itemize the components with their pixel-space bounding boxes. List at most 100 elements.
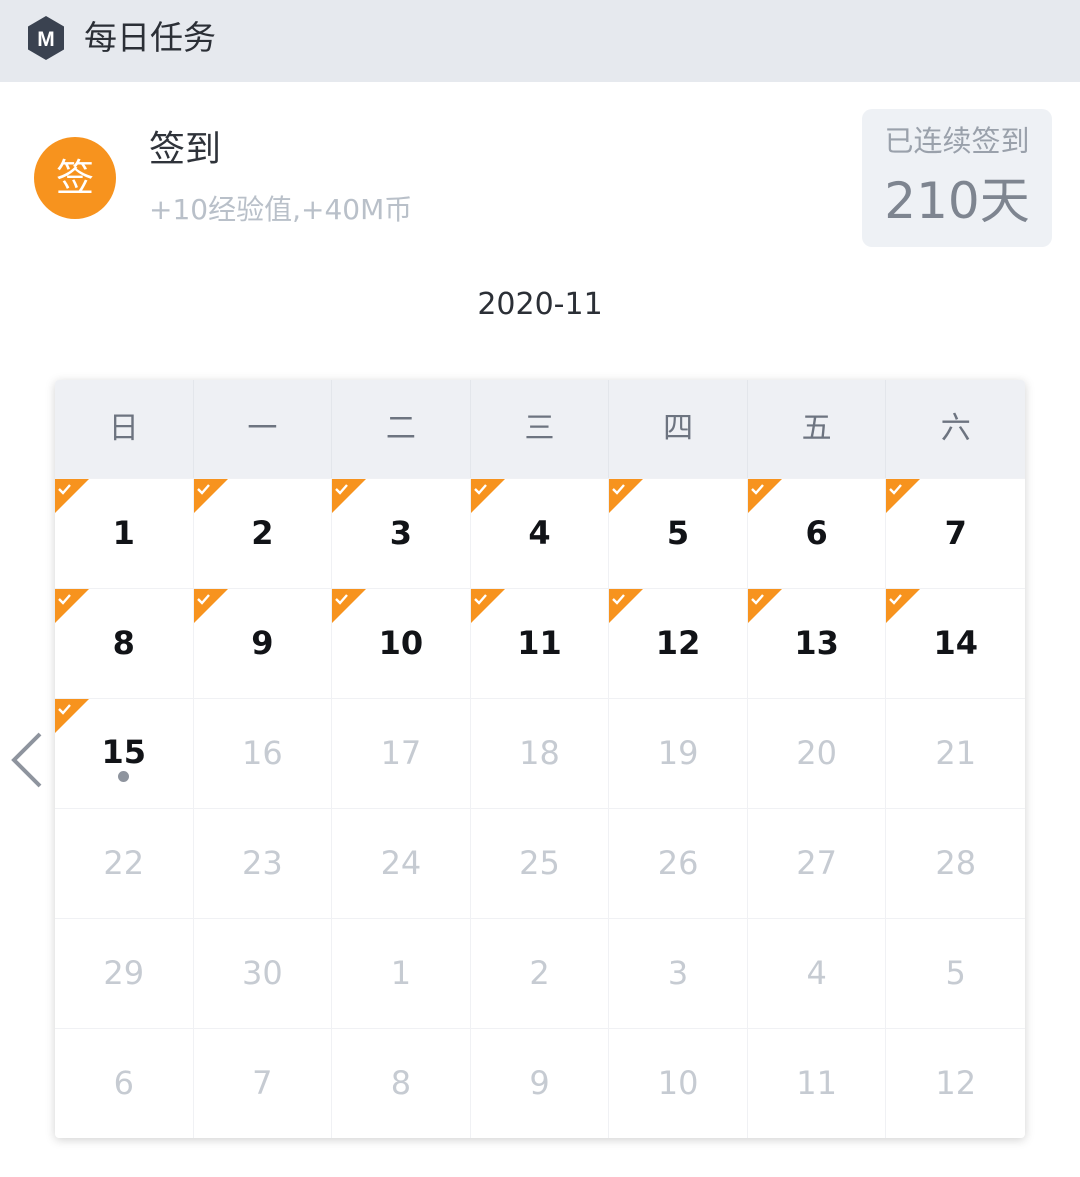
calendar-day[interactable]: 10	[332, 588, 471, 698]
weekday-label: 三	[471, 380, 610, 478]
calendar-day[interactable]: 20	[747, 698, 887, 808]
day-number: 6	[805, 514, 828, 552]
weekday-header: 日一二三四五 六	[55, 380, 1025, 478]
day-number: 8	[112, 624, 135, 662]
day-number: 14	[933, 624, 978, 662]
check-corner-icon	[55, 479, 89, 513]
calendar-day[interactable]: 12	[886, 1028, 1025, 1138]
check-corner-icon	[747, 589, 782, 623]
calendar-month: 2020-11	[477, 287, 603, 322]
calendar-day[interactable]: 28	[886, 808, 1025, 918]
day-number: 10	[657, 1064, 699, 1102]
calendar-day[interactable]: 8	[332, 1028, 471, 1138]
calendar-day[interactable]: 19	[609, 698, 748, 808]
calendar-day[interactable]: 14	[886, 588, 1025, 698]
day-number: 19	[657, 734, 699, 772]
calendar-day[interactable]: 16	[193, 698, 333, 808]
calendar-day[interactable]: 2	[470, 918, 610, 1028]
day-number: 6	[113, 1064, 134, 1102]
streak-value: 210天	[884, 172, 1030, 230]
day-number: 7	[944, 514, 967, 552]
calendar-day[interactable]: 27	[747, 808, 887, 918]
calendar-day[interactable]: 4	[470, 478, 610, 588]
day-number: 4	[806, 954, 827, 992]
day-number: 22	[103, 844, 145, 882]
day-number: 24	[380, 844, 422, 882]
calendar-day[interactable]: 10	[609, 1028, 748, 1138]
calendar-day[interactable]: 8	[55, 588, 194, 698]
calendar-day[interactable]: 5	[886, 918, 1025, 1028]
calendar-day[interactable]: 9	[470, 1028, 610, 1138]
day-number: 25	[519, 844, 560, 882]
calendar-day[interactable]: 7	[886, 478, 1025, 588]
today-dot	[117, 771, 129, 782]
calendar-day[interactable]: 22	[55, 808, 194, 918]
check-corner-icon	[470, 479, 505, 513]
day-number: 12	[655, 624, 701, 662]
calendar-day[interactable]: 2	[193, 478, 333, 588]
calendar-day[interactable]: 29	[55, 918, 194, 1028]
weekday-label: 二	[332, 380, 471, 478]
day-number: 21	[935, 734, 977, 772]
calendar-day[interactable]: 21	[886, 698, 1025, 808]
weekday-label: 四	[609, 380, 748, 478]
day-number: 27	[796, 844, 837, 882]
calendar-day[interactable]: 1	[55, 478, 194, 588]
check-corner-icon	[332, 479, 367, 513]
day-number: 11	[796, 1064, 837, 1102]
day-number: 23	[241, 844, 283, 882]
calendar-day[interactable]: 4	[747, 918, 887, 1028]
calendar-day[interactable]: 6	[55, 1028, 194, 1138]
day-number: 28	[935, 844, 977, 882]
calendar-day[interactable]: 25	[470, 808, 610, 918]
sign-in-reward: +10经验值,+40M币	[149, 193, 413, 226]
chevron-left-icon[interactable]	[6, 728, 48, 792]
check-corner-icon	[886, 479, 921, 513]
calendar-day[interactable]: 9	[193, 588, 333, 698]
day-number: 8	[390, 1064, 412, 1102]
calendar-day[interactable]: 11	[747, 1028, 887, 1138]
day-number: 1	[112, 514, 135, 552]
calendar-day[interactable]: 7	[193, 1028, 333, 1138]
day-number: 5	[666, 514, 690, 552]
day-number: 9	[251, 624, 274, 662]
calendar-day[interactable]: 23	[193, 808, 333, 918]
calendar-day[interactable]: 24	[332, 808, 471, 918]
check-corner-icon	[886, 589, 921, 623]
day-number: 2	[529, 954, 550, 992]
calendar-day[interactable]: 3	[332, 478, 471, 588]
check-corner-icon	[470, 589, 505, 623]
calendar-grid: 日一二三四五六 1 2 3 4 5 6 7 8 9 10 11 12 13 14 15 16 17 18 19 20 2…	[55, 380, 1025, 1138]
day-number: 9	[529, 1064, 550, 1102]
weekday-label: 一	[194, 380, 333, 478]
day-number: 2	[251, 514, 274, 552]
calendar-day[interactable]: 3	[609, 918, 748, 1028]
day-number: 20	[796, 734, 837, 772]
day-number: 17	[380, 734, 422, 772]
calendar-day[interactable]: 1	[332, 918, 471, 1028]
day-number: 10	[378, 624, 424, 662]
day-number: 4	[528, 514, 551, 552]
calendar-day[interactable]: 26	[609, 808, 748, 918]
check-corner-icon	[609, 589, 644, 623]
sign-in-badge[interactable]: 签	[34, 137, 116, 219]
check-corner-icon	[609, 479, 644, 513]
calendar-day[interactable]: 11	[470, 588, 610, 698]
calendar-day[interactable]: 12	[609, 588, 748, 698]
calendar-day[interactable]: 6	[747, 478, 887, 588]
calendar-day[interactable]: 17	[332, 698, 471, 808]
calendar-day[interactable]: 13	[747, 588, 887, 698]
check-corner-icon	[193, 479, 228, 513]
calendar-day-today[interactable]: 15	[55, 698, 194, 808]
calendar-day[interactable]: 5	[609, 478, 748, 588]
day-number: 13	[794, 624, 839, 662]
day-number: 7	[252, 1064, 273, 1102]
day-number: 30	[241, 954, 283, 992]
top-bar: M 每日任务	[0, 0, 1080, 82]
calendar-day[interactable]: 30	[193, 918, 333, 1028]
check-corner-icon	[193, 589, 228, 623]
calendar-days: 1 2 3 4 5 6 7 8 9 10 11 12 13 14 15 16 17 18 19 20 21 22 23 24 2…	[55, 478, 1025, 1138]
day-number: 16	[241, 734, 283, 772]
day-number: 3	[667, 954, 689, 992]
calendar-day[interactable]: 18	[470, 698, 610, 808]
